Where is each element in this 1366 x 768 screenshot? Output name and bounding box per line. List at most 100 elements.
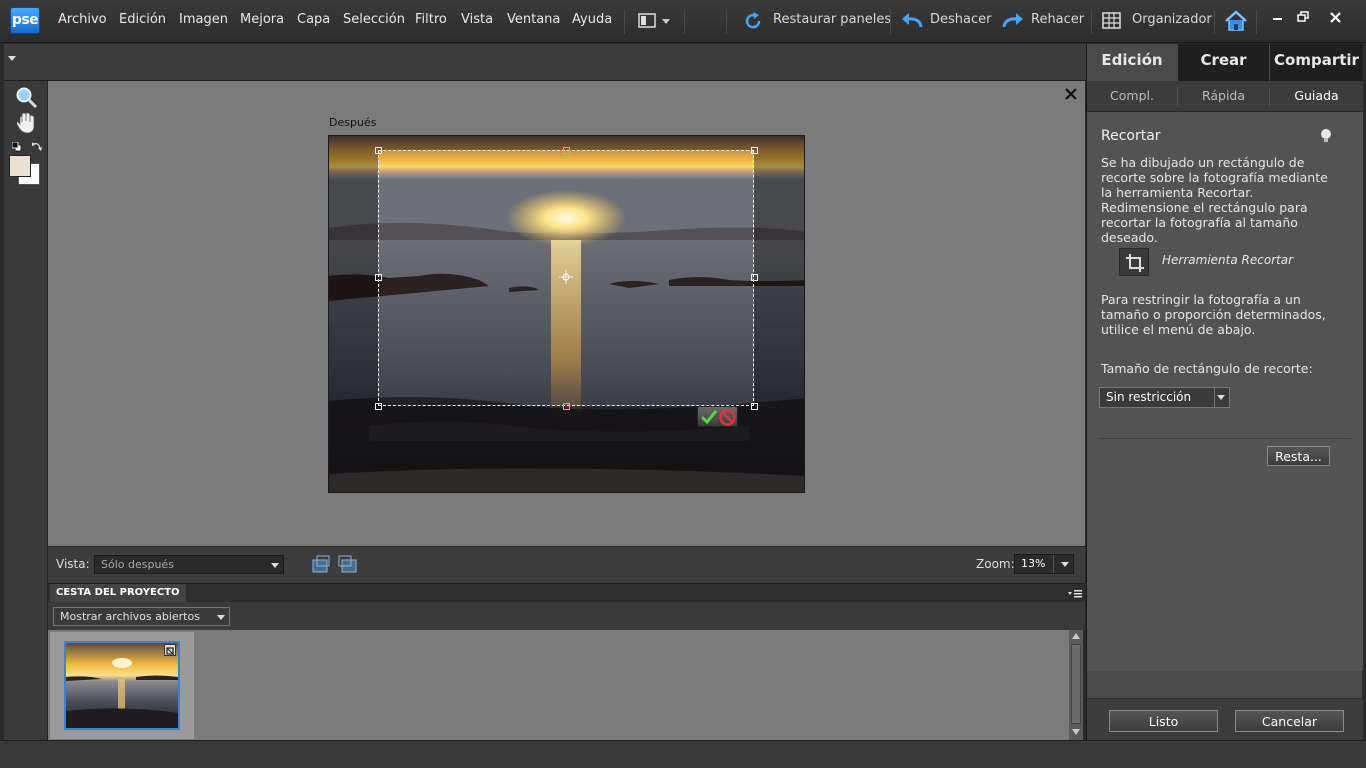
menu-capa[interactable]: Capa	[297, 12, 330, 27]
thumbnail-slot	[50, 632, 194, 739]
view-select[interactable]: Sólo después	[94, 555, 284, 574]
photo-thumbnail[interactable]	[64, 641, 180, 730]
cancel-circle-icon[interactable]	[719, 409, 736, 426]
cancel-button[interactable]: Cancelar	[1235, 710, 1344, 732]
default-colors-button[interactable]	[11, 141, 22, 152]
menu-ventana[interactable]: Ventana	[507, 12, 560, 27]
rotate-left-icon	[312, 555, 330, 573]
select-divider	[1214, 388, 1215, 407]
view-bar: Vista: Sólo después Zoom: 13%	[48, 546, 1085, 583]
crop-handle-bottom-left[interactable]	[375, 403, 382, 410]
zoom-tool[interactable]	[14, 85, 38, 109]
crop-commit-controls	[697, 406, 738, 427]
crop-handle-top-left[interactable]	[375, 147, 382, 154]
options-collapse-arrow[interactable]	[8, 56, 16, 61]
guide-intro-text: Se ha dibujado un rectángulo de recorte …	[1101, 155, 1328, 245]
right-panel: Edición Crear Compartir Compl. Rápida Gu…	[1086, 44, 1363, 740]
photo-image[interactable]	[328, 135, 805, 493]
rotate-right-button[interactable]	[337, 554, 359, 574]
commit-check-icon[interactable]	[700, 409, 718, 425]
subtab-guiada[interactable]: Guiada	[1270, 82, 1363, 111]
zoom-divider	[1053, 555, 1054, 573]
zoom-label: Zoom:	[976, 557, 1015, 571]
close-document-button[interactable]	[1064, 86, 1078, 105]
menu-vista[interactable]: Vista	[461, 12, 493, 27]
close-icon	[1330, 12, 1341, 23]
menu-imagen[interactable]: Imagen	[179, 12, 228, 27]
undo-button[interactable]: Deshacer	[900, 9, 992, 33]
project-bin-tab[interactable]: CESTA DEL PROYECTO	[50, 584, 186, 603]
lightbulb-icon[interactable]	[1319, 128, 1333, 144]
rotate-left-button[interactable]	[310, 554, 332, 574]
crop-handle-top-right[interactable]	[751, 147, 758, 154]
done-button[interactable]: Listo	[1109, 710, 1218, 732]
subtab-compl[interactable]: Compl.	[1087, 82, 1177, 111]
home-icon	[1225, 10, 1247, 31]
zoom-value: 13%	[1021, 557, 1046, 570]
chevron-down-icon	[271, 563, 279, 568]
grid-icon	[1102, 12, 1121, 29]
crop-tool-button[interactable]	[1119, 248, 1149, 276]
crop-handle-top[interactable]	[563, 147, 570, 154]
undo-icon	[902, 13, 923, 28]
swap-arrows-icon	[32, 142, 42, 151]
crop-handle-right[interactable]	[751, 274, 758, 281]
thumbnail-edit-badge	[164, 644, 176, 656]
magnifier-icon	[16, 87, 38, 109]
crop-size-select[interactable]: Sin restricción	[1099, 387, 1230, 408]
menu-ayuda[interactable]: Ayuda	[572, 12, 612, 27]
bin-filter-value: Mostrar archivos abiertos	[60, 610, 200, 623]
bin-filter-select[interactable]: Mostrar archivos abiertos	[53, 607, 230, 626]
crop-handle-bottom-right[interactable]	[751, 403, 758, 410]
subtab-rapida[interactable]: Rápida	[1178, 82, 1269, 111]
tab-crear[interactable]: Crear	[1178, 44, 1269, 81]
restore-button[interactable]	[1294, 9, 1314, 27]
organizer-button[interactable]: Organizador	[1102, 9, 1212, 33]
home-button[interactable]	[1224, 9, 1248, 33]
zoom-select[interactable]: 13%	[1014, 554, 1074, 574]
minimize-button[interactable]	[1268, 9, 1288, 27]
divider	[624, 10, 625, 34]
refresh-icon	[745, 12, 761, 29]
divider	[684, 10, 685, 34]
restore-window-icon	[1297, 11, 1309, 22]
tab-edicion[interactable]: Edición	[1087, 44, 1177, 81]
divider	[1214, 10, 1215, 34]
crop-handle-bottom[interactable]	[563, 403, 570, 410]
chevron-down-icon	[1061, 562, 1069, 567]
restore-panels-button[interactable]: Restaurar paneles	[742, 9, 892, 33]
menu-filtro[interactable]: Filtro	[415, 12, 447, 27]
layout-switcher-button[interactable]	[638, 12, 672, 30]
menu-seleccion[interactable]: Selección	[343, 12, 405, 27]
guide-title: Recortar	[1101, 128, 1161, 144]
menu-mejora[interactable]: Mejora	[240, 12, 284, 27]
scrollbar-thumb[interactable]	[1071, 644, 1081, 724]
undo-label: Deshacer	[930, 12, 992, 27]
crop-handle-left[interactable]	[375, 274, 382, 281]
app-logo: pse	[10, 7, 40, 34]
after-view-label: Después	[329, 116, 377, 129]
organizer-label: Organizador	[1132, 12, 1212, 27]
tool-options-bar	[4, 44, 1086, 81]
menu-archivo[interactable]: Archivo	[58, 12, 107, 27]
view-select-value: Sólo después	[101, 558, 174, 571]
foreground-color-swatch[interactable]	[9, 155, 31, 177]
bin-menu-button[interactable]	[1068, 588, 1082, 598]
scroll-down-icon[interactable]	[1072, 729, 1080, 735]
bin-scrollbar[interactable]	[1069, 630, 1083, 740]
redo-button[interactable]: Rehacer	[1001, 9, 1084, 33]
project-bin-header: CESTA DEL PROYECTO	[48, 583, 1085, 603]
crop-icon	[1126, 254, 1144, 272]
close-window-button[interactable]	[1326, 9, 1346, 27]
menu-edicion[interactable]: Edición	[119, 12, 166, 27]
divider	[890, 10, 891, 34]
scroll-up-icon[interactable]	[1072, 633, 1080, 639]
swap-colors-button[interactable]	[31, 140, 43, 152]
reset-button[interactable]: Resta...	[1267, 446, 1330, 466]
panel-menu-icon	[1068, 590, 1082, 598]
default-colors-icon	[11, 141, 22, 152]
hand-tool[interactable]	[14, 111, 38, 135]
tab-compartir[interactable]: Compartir	[1270, 44, 1363, 81]
thumbnail-image	[66, 643, 178, 728]
crop-shade-left	[329, 150, 378, 406]
